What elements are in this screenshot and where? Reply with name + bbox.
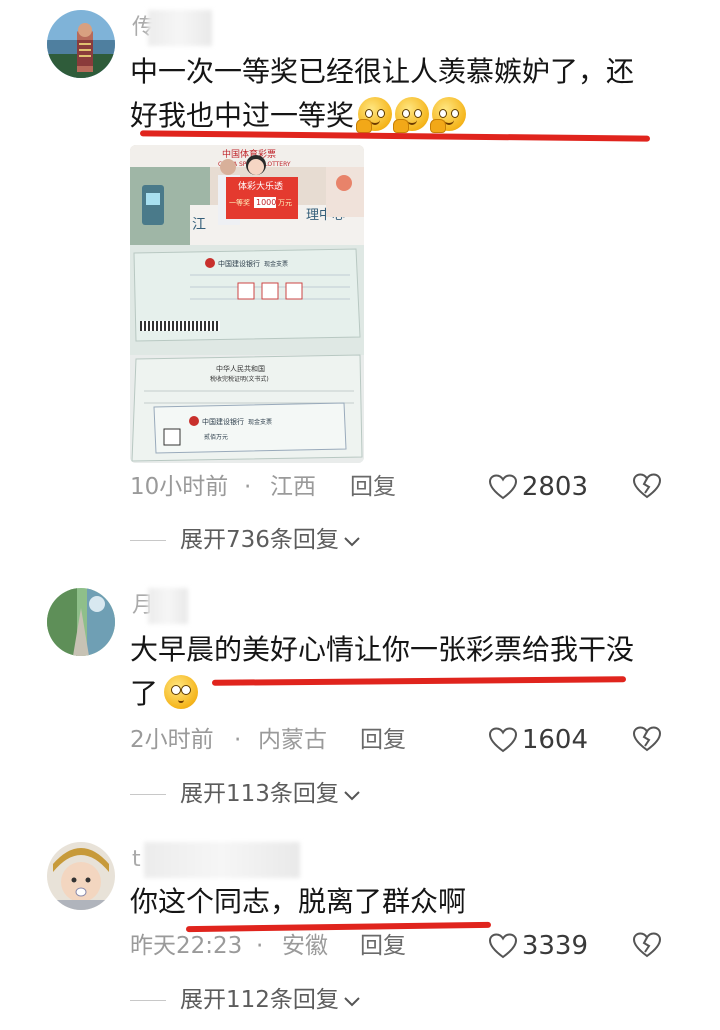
expand-divider xyxy=(130,1000,166,1001)
dislike-button[interactable] xyxy=(632,931,662,963)
like-count: 3339 xyxy=(521,931,588,961)
comment-item: t 你这个同志，脱离了群众啊 昨天22:23 · 安徽 回复 3339 展开11… xyxy=(0,0,720,1030)
meta-separator: · xyxy=(256,933,264,959)
reply-button[interactable]: 回复 xyxy=(360,931,406,961)
comment-time: 昨天22:23 xyxy=(130,933,243,959)
comment-text-line1: 你这个同志，脱离了群众啊 xyxy=(130,885,467,918)
comment-text: 你这个同志，脱离了群众啊 xyxy=(130,880,670,924)
avatar[interactable] xyxy=(47,842,115,910)
comment-meta: 昨天22:23 · 安徽 回复 xyxy=(130,931,690,961)
username[interactable]: t xyxy=(130,842,300,878)
expand-replies[interactable]: 展开112条回复 xyxy=(130,985,361,1015)
username-first-char: t xyxy=(132,847,141,872)
expand-label: 展开112条回复 xyxy=(180,987,339,1013)
chevron-down-icon xyxy=(344,997,360,1007)
like-button[interactable]: 3339 xyxy=(488,929,588,963)
broken-heart-icon xyxy=(632,932,662,958)
heart-outline-icon xyxy=(488,933,517,959)
comment-region: 安徽 xyxy=(282,933,328,959)
